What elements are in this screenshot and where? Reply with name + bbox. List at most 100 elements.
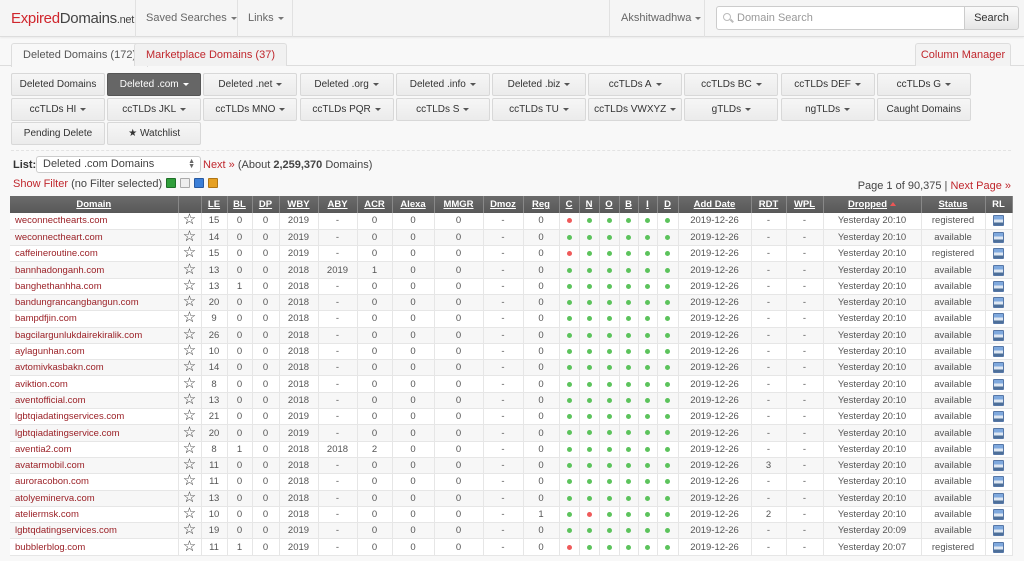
domain-link[interactable]: auroracobon.com bbox=[15, 476, 89, 487]
domain-link[interactable]: banghethanhha.com bbox=[15, 281, 102, 292]
list-select[interactable]: Deleted .com Domains ▲ ▼ bbox=[36, 156, 201, 173]
column-header-c[interactable]: C bbox=[559, 196, 580, 213]
domain-link[interactable]: aylagunhan.com bbox=[15, 346, 85, 357]
column-manager-button[interactable]: Column Manager bbox=[915, 43, 1011, 66]
category-button-cctlds-pqr[interactable]: ccTLDs PQR bbox=[299, 97, 394, 121]
column-header-dropped[interactable]: Dropped bbox=[823, 196, 922, 213]
category-button-cctlds-a[interactable]: ccTLDs A bbox=[588, 73, 683, 96]
column-header-d[interactable]: D bbox=[657, 196, 679, 213]
column-header-le[interactable]: LE bbox=[201, 196, 228, 213]
registrar-lookup-icon[interactable] bbox=[993, 508, 1004, 520]
export-csv-icon[interactable] bbox=[166, 178, 177, 188]
star-outline-icon[interactable]: ☆ bbox=[183, 425, 196, 440]
category-button-deleted-info[interactable]: Deleted .info bbox=[395, 73, 490, 96]
column-header-mmgr[interactable]: MMGR bbox=[434, 196, 484, 213]
domain-link[interactable]: weconnectheart.com bbox=[15, 232, 103, 243]
site-logo[interactable]: ExpiredDomains.net bbox=[11, 10, 134, 27]
star-outline-icon[interactable]: ☆ bbox=[183, 474, 196, 489]
column-header-status[interactable]: Status bbox=[921, 196, 986, 213]
domain-link[interactable]: caffeineroutine.com bbox=[15, 248, 98, 259]
links-menu[interactable]: Links bbox=[248, 0, 284, 37]
domain-link[interactable]: bampdfjin.com bbox=[15, 313, 77, 324]
column-header-bl[interactable]: BL bbox=[227, 196, 253, 213]
star-outline-icon[interactable]: ☆ bbox=[183, 278, 196, 293]
domain-link[interactable]: bagcilargunlukdairekiralik.com bbox=[15, 330, 142, 341]
column-header-domain[interactable]: Domain bbox=[10, 196, 179, 213]
domain-link[interactable]: atolyeminerva.com bbox=[15, 493, 95, 504]
tab-deleted-domains[interactable]: Deleted Domains (172) bbox=[11, 43, 149, 67]
column-header-n[interactable]: N bbox=[579, 196, 600, 213]
category-button-deleted-org[interactable]: Deleted .org bbox=[299, 73, 394, 96]
category-button-deleted-com[interactable]: Deleted .com bbox=[107, 73, 202, 96]
registrar-lookup-icon[interactable] bbox=[993, 248, 1004, 260]
column-header-dmoz[interactable]: Dmoz bbox=[483, 196, 524, 213]
column-header-dp[interactable]: DP bbox=[252, 196, 280, 213]
domain-link[interactable]: aventofficial.com bbox=[15, 395, 86, 406]
category-button-deleted-domains[interactable]: Deleted Domains bbox=[11, 73, 105, 96]
star-outline-icon[interactable]: ☆ bbox=[183, 457, 196, 472]
category-button-gtlds[interactable]: gTLDs bbox=[684, 97, 779, 121]
column-header-rl[interactable]: RL bbox=[985, 196, 1013, 213]
category-button-cctlds-hi[interactable]: ccTLDs HI bbox=[11, 97, 105, 121]
tab-marketplace-domains[interactable]: Marketplace Domains (37) bbox=[134, 43, 287, 66]
registrar-lookup-icon[interactable] bbox=[993, 525, 1004, 537]
star-outline-icon[interactable]: ☆ bbox=[183, 311, 196, 326]
domain-link[interactable]: lgbtqiadatingservices.com bbox=[15, 411, 124, 422]
registrar-lookup-icon[interactable] bbox=[993, 231, 1004, 243]
registrar-lookup-icon[interactable] bbox=[993, 280, 1004, 292]
star-outline-icon[interactable]: ☆ bbox=[183, 523, 196, 538]
star-outline-icon[interactable]: ☆ bbox=[183, 441, 196, 456]
domain-search-input[interactable] bbox=[716, 6, 965, 30]
registrar-lookup-icon[interactable] bbox=[993, 362, 1004, 374]
domain-link[interactable]: lgbtqdatingservices.com bbox=[15, 525, 117, 536]
clipboard-icon[interactable] bbox=[208, 178, 219, 188]
domain-link[interactable]: avtomivkasbakn.com bbox=[15, 362, 104, 373]
category-button-cctlds-jkl[interactable]: ccTLDs JKL bbox=[107, 97, 202, 121]
star-outline-icon[interactable]: ☆ bbox=[183, 343, 196, 358]
search-button[interactable]: Search bbox=[964, 6, 1019, 30]
category-button-cctlds-g[interactable]: ccTLDs G bbox=[876, 73, 971, 96]
domain-link[interactable]: weconnecthearts.com bbox=[15, 215, 107, 226]
star-outline-icon[interactable]: ☆ bbox=[183, 506, 196, 521]
save-icon[interactable] bbox=[194, 178, 205, 188]
domain-link[interactable]: aventia2.com bbox=[15, 444, 72, 455]
registrar-lookup-icon[interactable] bbox=[993, 427, 1004, 439]
star-outline-icon[interactable]: ☆ bbox=[183, 213, 196, 228]
saved-searches-menu[interactable]: Saved Searches bbox=[146, 0, 237, 37]
document-icon[interactable] bbox=[180, 178, 191, 188]
registrar-lookup-icon[interactable] bbox=[993, 476, 1004, 488]
domain-link[interactable]: aviktion.com bbox=[15, 379, 68, 390]
category-button-pending-delete[interactable]: Pending Delete bbox=[11, 122, 105, 146]
next-page-link[interactable]: Next Page » bbox=[950, 180, 1011, 192]
registrar-lookup-icon[interactable] bbox=[993, 492, 1004, 504]
domain-link[interactable]: ateliermsk.com bbox=[15, 509, 79, 520]
star-outline-icon[interactable]: ☆ bbox=[183, 327, 196, 342]
star-outline-icon[interactable]: ☆ bbox=[183, 409, 196, 424]
registrar-lookup-icon[interactable] bbox=[993, 541, 1004, 553]
next-link[interactable]: Next » bbox=[203, 159, 235, 171]
star-outline-icon[interactable]: ☆ bbox=[183, 539, 196, 554]
category-button-cctlds-vwxyz[interactable]: ccTLDs VWXYZ bbox=[588, 97, 683, 121]
registrar-lookup-icon[interactable] bbox=[993, 394, 1004, 406]
star-outline-icon[interactable]: ☆ bbox=[183, 246, 196, 261]
domain-link[interactable]: avatarmobil.com bbox=[15, 460, 85, 471]
star-outline-icon[interactable]: ☆ bbox=[183, 262, 196, 277]
show-filter-link[interactable]: Show Filter bbox=[13, 178, 68, 190]
category-button-cctlds-tu[interactable]: ccTLDs TU bbox=[492, 97, 586, 121]
column-header-o[interactable]: O bbox=[599, 196, 620, 213]
column-header-acr[interactable]: ACR bbox=[357, 196, 393, 213]
column-header-reg[interactable]: Reg bbox=[523, 196, 560, 213]
category-button-deleted-net[interactable]: Deleted .net bbox=[203, 73, 298, 96]
registrar-lookup-icon[interactable] bbox=[993, 313, 1004, 325]
category-button-cctlds-s[interactable]: ccTLDs S bbox=[395, 97, 490, 121]
star-outline-icon[interactable]: ☆ bbox=[183, 294, 196, 309]
category-button-caught-domains[interactable]: Caught Domains bbox=[876, 97, 971, 121]
domain-link[interactable]: lgbtqiadatingservice.com bbox=[15, 428, 120, 439]
registrar-lookup-icon[interactable] bbox=[993, 346, 1004, 358]
category-button-deleted-biz[interactable]: Deleted .biz bbox=[492, 73, 586, 96]
domain-link[interactable]: bandungrancangbangun.com bbox=[15, 297, 139, 308]
star-outline-icon[interactable]: ☆ bbox=[183, 360, 196, 375]
category-button-ngtlds[interactable]: ngTLDs bbox=[780, 97, 875, 121]
registrar-lookup-icon[interactable] bbox=[993, 297, 1004, 309]
category-button-cctlds-bc[interactable]: ccTLDs BC bbox=[684, 73, 779, 96]
